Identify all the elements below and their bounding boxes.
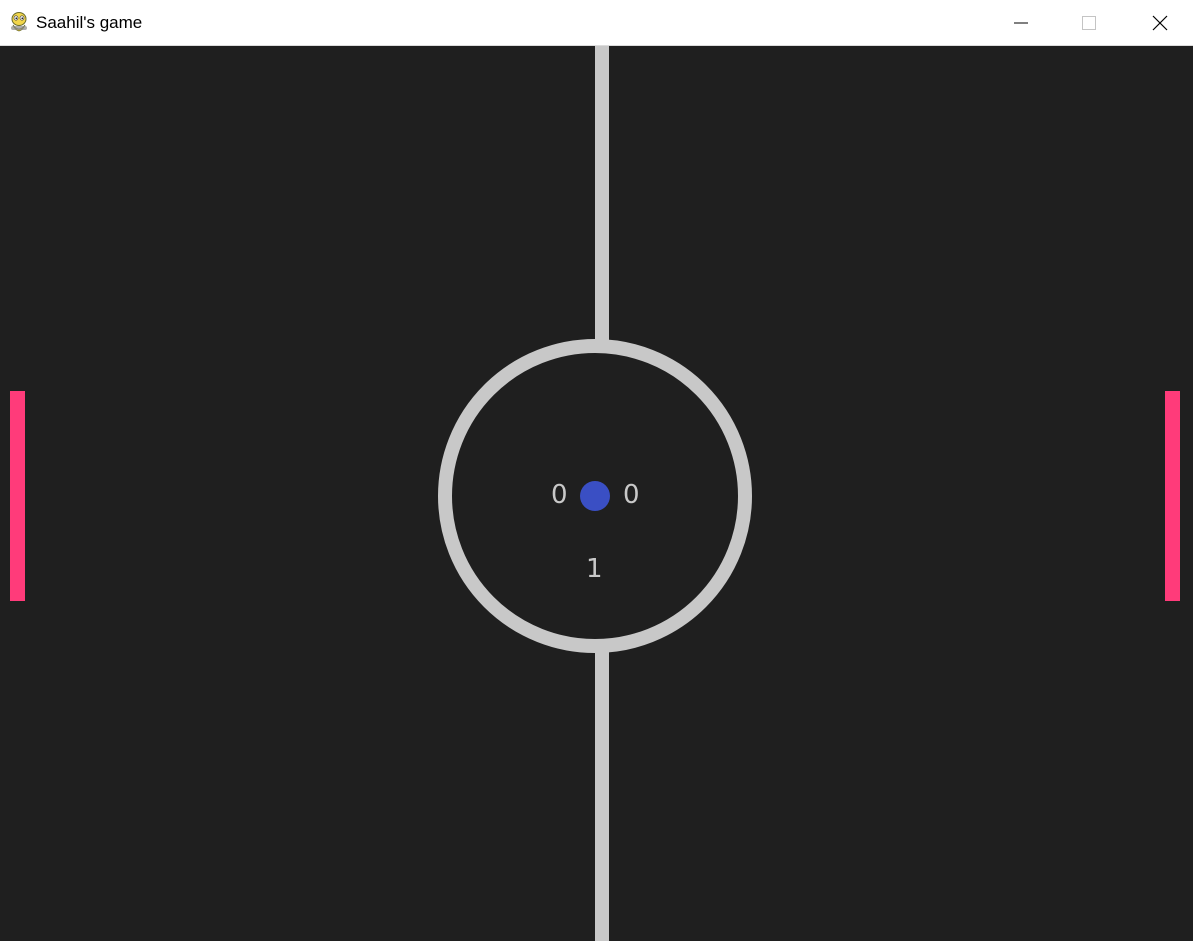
minimize-button[interactable] xyxy=(998,0,1044,45)
left-paddle xyxy=(10,391,25,601)
maximize-button[interactable] xyxy=(1066,0,1112,45)
game-canvas[interactable]: 0 0 1 xyxy=(0,46,1193,941)
right-paddle xyxy=(1165,391,1180,601)
pygame-snake-icon xyxy=(8,11,30,33)
center-line-bottom xyxy=(595,648,609,941)
playfield xyxy=(10,46,1180,941)
window-title: Saahil's game xyxy=(36,13,143,32)
title-bar[interactable]: Saahil's game xyxy=(0,0,1193,46)
close-button[interactable] xyxy=(1137,0,1183,45)
left-score: 0 xyxy=(551,480,568,510)
right-score: 0 xyxy=(623,480,640,510)
center-line-top xyxy=(595,46,609,343)
maximize-icon xyxy=(1082,15,1096,30)
ball xyxy=(580,481,610,511)
round-number: 1 xyxy=(586,554,603,584)
minimize-icon xyxy=(1014,22,1028,23)
game-window: Saahil's game 0 0 1 xyxy=(0,0,1193,941)
close-icon xyxy=(1152,15,1168,30)
